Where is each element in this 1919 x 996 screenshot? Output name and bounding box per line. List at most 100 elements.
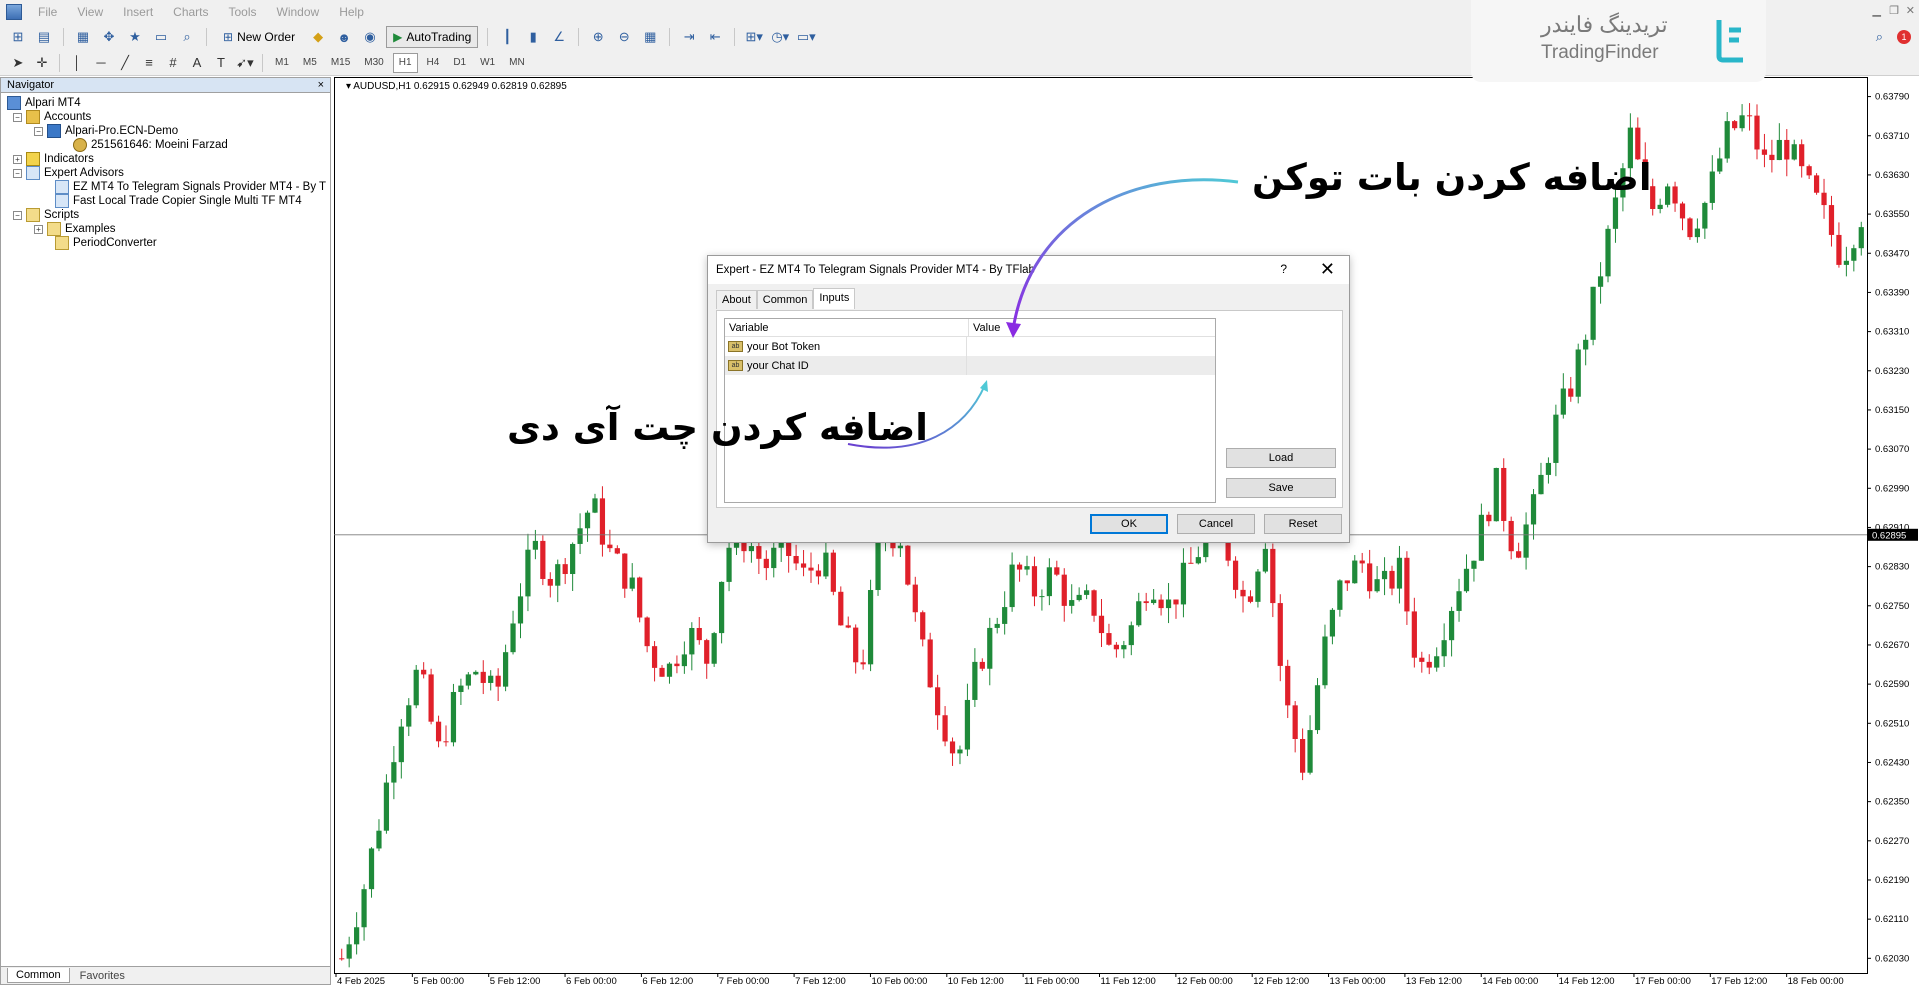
reset-button[interactable]: Reset <box>1264 514 1342 534</box>
collapse-icon[interactable]: − <box>13 112 22 122</box>
restore-icon[interactable]: ❐ <box>1889 4 1899 17</box>
timeframe-m30[interactable]: M30 <box>359 53 388 73</box>
timeframe-d1[interactable]: D1 <box>448 53 471 73</box>
collapse-icon[interactable]: − <box>13 168 22 178</box>
menu-insert[interactable]: Insert <box>113 5 163 19</box>
text-icon[interactable]: A <box>187 53 207 73</box>
profiles-icon[interactable]: ▤ <box>34 27 54 47</box>
bear-candle <box>1828 205 1835 235</box>
timeframe-w1[interactable]: W1 <box>475 53 500 73</box>
bear-candle <box>1188 562 1194 564</box>
x-tick-label: 13 Feb 00:00 <box>1330 976 1386 986</box>
timeframe-m15[interactable]: M15 <box>326 53 355 73</box>
crosshair-icon[interactable]: ✛ <box>32 53 52 73</box>
navigator-icon[interactable]: ★ <box>125 27 145 47</box>
x-tick-label: 7 Feb 12:00 <box>795 976 846 986</box>
fibonacci-icon[interactable]: # <box>163 53 183 73</box>
market-watch-icon[interactable]: ▦ <box>73 27 93 47</box>
templates-icon[interactable]: ▭▾ <box>796 27 816 47</box>
menu-help[interactable]: Help <box>329 5 374 19</box>
data-window-icon[interactable]: ✥ <box>99 27 119 47</box>
strategy-tester-icon[interactable]: ⌕ <box>177 27 197 47</box>
bear-candle <box>659 667 665 677</box>
search-icon[interactable]: ⌕ <box>1876 29 1883 45</box>
cancel-button[interactable]: Cancel <box>1177 514 1255 534</box>
collapse-icon[interactable]: − <box>13 210 22 220</box>
close-window-icon[interactable]: ✕ <box>1906 4 1915 17</box>
tab-inputs[interactable]: Inputs <box>813 288 856 309</box>
zoom-out-icon[interactable]: ⊖ <box>614 27 634 47</box>
tab-common[interactable]: Common <box>7 968 70 983</box>
candlesticks-icon[interactable]: ▮ <box>523 27 543 47</box>
expand-icon[interactable]: + <box>13 154 22 164</box>
menu-tools[interactable]: Tools <box>219 5 267 19</box>
user-account-icon <box>73 138 87 152</box>
dialog-close-button[interactable]: ✕ <box>1320 259 1335 280</box>
line-chart-icon[interactable]: ∠ <box>549 27 569 47</box>
new-chart-icon[interactable]: ⊞ <box>8 27 28 47</box>
autotrading-button[interactable]: ▶ AutoTrading <box>386 26 479 48</box>
chart-shift-icon[interactable]: ⇤ <box>705 27 725 47</box>
periods-icon[interactable]: ◷▾ <box>770 27 790 47</box>
bar-chart-icon[interactable]: ┃ <box>497 27 517 47</box>
tab-common[interactable]: Common <box>756 290 814 309</box>
tree-ea-item[interactable]: Fast Local Trade Copier Single Multi TF … <box>55 193 302 209</box>
autoscroll-icon[interactable]: ⇥ <box>679 27 699 47</box>
metaeditor-icon[interactable]: ◆ <box>308 27 328 47</box>
menu-view[interactable]: View <box>67 5 113 19</box>
timeframe-h4[interactable]: H4 <box>422 53 445 73</box>
timeframe-m5[interactable]: M5 <box>298 53 322 73</box>
vertical-line-icon[interactable]: │ <box>67 53 87 73</box>
bull-candle <box>1262 548 1268 572</box>
tree-script-item[interactable]: PeriodConverter <box>55 235 157 251</box>
expand-icon[interactable]: + <box>34 224 43 234</box>
timeframe-h1[interactable]: H1 <box>392 52 418 73</box>
load-button[interactable]: Load <box>1226 448 1336 468</box>
tab-about[interactable]: About <box>716 290 757 309</box>
text-label-icon[interactable]: T <box>211 53 231 73</box>
bear-candle <box>607 544 613 549</box>
toolbar-divider <box>59 53 60 72</box>
navigator-close-icon[interactable]: × <box>318 79 324 91</box>
zoom-in-icon[interactable]: ⊕ <box>588 27 608 47</box>
menu-window[interactable]: Window <box>267 5 330 19</box>
expert-properties-dialog: Expert - EZ MT4 To Telegram Signals Prov… <box>707 255 1350 543</box>
bear-candle <box>1679 203 1686 219</box>
column-value-header[interactable]: Value <box>969 319 1215 337</box>
timeframe-mn[interactable]: MN <box>504 53 530 73</box>
trendline-icon[interactable]: ╱ <box>115 53 135 73</box>
bear-candle <box>838 591 844 626</box>
chart-dropdown-icon[interactable]: ▾ <box>346 81 351 92</box>
arrows-icon[interactable]: ➹▾ <box>235 53 255 73</box>
new-order-button[interactable]: ⊞ New Order <box>216 26 302 48</box>
param-row[interactable]: ab your Bot Token <box>725 337 1215 356</box>
horizontal-line-icon[interactable]: ─ <box>91 53 111 73</box>
bull-candle <box>1791 144 1797 160</box>
tab-favorites[interactable]: Favorites <box>72 969 133 983</box>
param-value[interactable] <box>966 356 971 375</box>
minimize-icon[interactable]: ▁ <box>1873 4 1881 17</box>
column-variable-header[interactable]: Variable <box>725 319 969 337</box>
tile-windows-icon[interactable]: ▦ <box>640 27 660 47</box>
terminal-icon[interactable]: ▭ <box>151 27 171 47</box>
script-folder-icon <box>47 222 61 236</box>
signals-icon[interactable]: ◉ <box>360 27 380 47</box>
param-row[interactable]: ab your Chat ID <box>725 356 1215 375</box>
menu-charts[interactable]: Charts <box>163 5 218 19</box>
market-icon[interactable]: ☻ <box>334 27 354 47</box>
dialog-help-button[interactable]: ? <box>1280 262 1287 276</box>
indicators-list-icon[interactable]: ⊞▾ <box>744 27 764 47</box>
channel-icon[interactable]: ≡ <box>139 53 159 73</box>
tree-account[interactable]: 251561646: Moeini Farzad <box>73 137 228 153</box>
ok-button[interactable]: OK <box>1090 514 1168 534</box>
cursor-icon[interactable]: ➤ <box>8 53 28 73</box>
menu-file[interactable]: File <box>28 5 67 19</box>
save-button[interactable]: Save <box>1226 478 1336 498</box>
y-tick-label: 0.62430 <box>1875 757 1909 768</box>
notification-badge[interactable]: 1 <box>1897 30 1911 44</box>
watermark-persian: تریدینگ فایندر <box>1541 12 1668 37</box>
param-value[interactable] <box>966 337 971 356</box>
bull-candle <box>1597 276 1604 287</box>
collapse-icon[interactable]: − <box>34 126 43 136</box>
timeframe-m1[interactable]: M1 <box>270 53 294 73</box>
